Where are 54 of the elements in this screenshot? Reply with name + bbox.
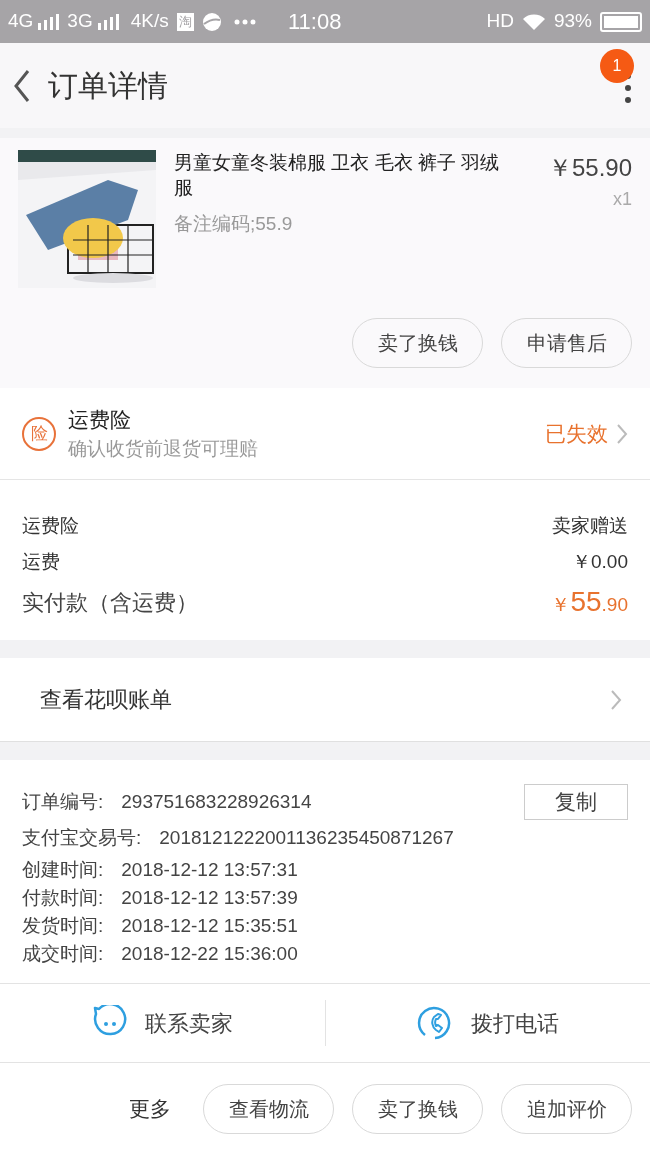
info-label: 发货时间: xyxy=(22,913,104,938)
info-value: 2018-12-12 15:35:51 xyxy=(121,913,298,938)
network-label: 4G xyxy=(8,9,34,34)
chevron-right-icon xyxy=(610,688,622,711)
info-label: 付款时间: xyxy=(22,885,104,910)
info-value: 2018121222001136235450871267 xyxy=(159,825,454,850)
network-label: 3G xyxy=(67,9,93,34)
battery-icon xyxy=(600,11,642,32)
notification-badge: 1 xyxy=(600,49,634,83)
total-label: 实付款（含运费） xyxy=(22,588,198,617)
wifi-icon xyxy=(521,12,546,31)
insurance-icon: 险 xyxy=(22,416,56,451)
product-title[interactable]: 男童女童冬装棉服 卫衣 毛衣 裤子 羽绒服 xyxy=(174,150,514,200)
total-amount: ￥55.90 xyxy=(551,585,628,619)
info-label: 创建时间: xyxy=(22,857,104,882)
action-button[interactable]: 追加评价 xyxy=(501,1084,632,1134)
action-button[interactable]: 卖了换钱 xyxy=(352,318,483,368)
info-value: 2018-12-12 13:57:31 xyxy=(121,857,298,882)
product-note: 备注编码;55.9 xyxy=(174,212,294,236)
info-label: 支付宝交易号: xyxy=(22,825,142,850)
app-label: 淘 xyxy=(176,12,194,31)
more-icon xyxy=(233,18,256,25)
info-value: 2018-12-22 15:36:00 xyxy=(121,941,298,966)
product-price: ￥55.90 xyxy=(547,153,632,183)
info-label: 订单编号: xyxy=(22,789,104,814)
insurance-status: 已失效 xyxy=(545,420,608,447)
planet-icon xyxy=(201,11,222,32)
fee-value: ￥0.00 xyxy=(572,549,628,574)
back-icon[interactable] xyxy=(12,67,32,104)
contact-button[interactable]: 拨打电话 xyxy=(416,1005,559,1041)
page-title: 订单详情 xyxy=(48,68,168,104)
insurance-title: 运费险 xyxy=(68,406,132,433)
battery-label: 93% xyxy=(553,9,592,34)
speed-label: 4K/s xyxy=(130,9,169,34)
action-button[interactable]: 卖了换钱 xyxy=(352,1084,483,1134)
fee-value: 卖家赠送 xyxy=(552,513,628,538)
chevron-right-icon xyxy=(616,422,628,445)
fee-label: 运费 xyxy=(22,549,60,574)
contact-button[interactable]: 联系卖家 xyxy=(91,1005,234,1041)
fee-label: 运费险 xyxy=(22,513,79,538)
product-quantity: x1 xyxy=(613,188,632,211)
copy-button[interactable]: 复制 xyxy=(524,784,628,820)
action-button[interactable]: 查看物流 xyxy=(203,1084,334,1134)
info-value: 2018-12-12 13:57:39 xyxy=(121,885,298,910)
info-value: 293751683228926314 xyxy=(121,789,312,814)
more-label: 更多 xyxy=(129,1096,171,1123)
action-button[interactable]: 申请售后 xyxy=(501,318,632,368)
info-label: 成交时间: xyxy=(22,941,104,966)
phone-icon xyxy=(416,1005,453,1041)
clock: 11:08 xyxy=(288,8,342,36)
insurance-subtitle: 确认收货前退货可理赔 xyxy=(68,437,258,461)
hd-label: HD xyxy=(486,9,514,34)
huabei-row[interactable]: 查看花呗账单 xyxy=(0,658,650,742)
insurance-row[interactable]: 险 运费险 确认收货前退货可理赔 已失效 xyxy=(0,388,650,480)
